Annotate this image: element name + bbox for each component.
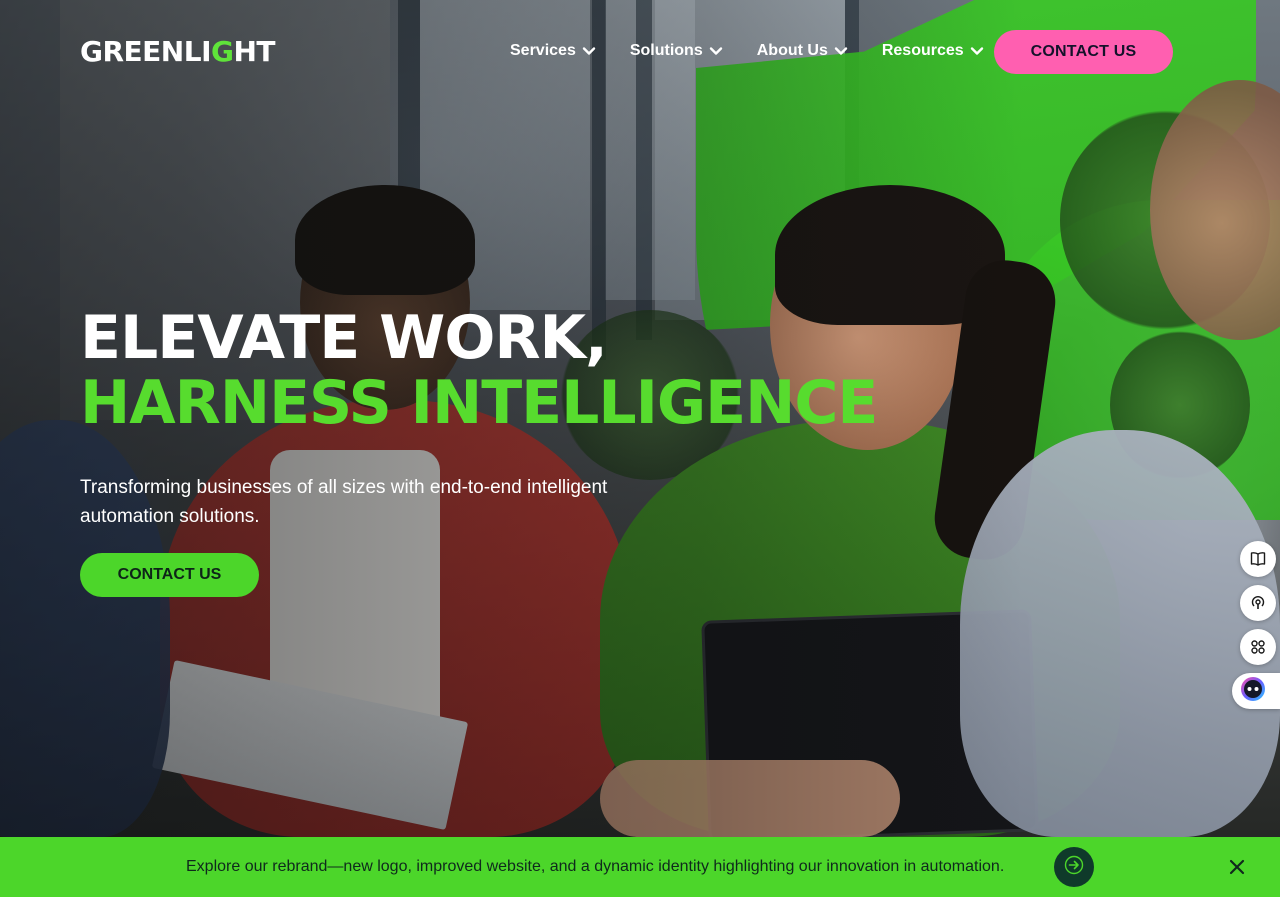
- main-navigation: Services Solutions About Us Resources: [510, 38, 984, 64]
- nav-item-services[interactable]: Services: [510, 38, 596, 64]
- arrow-right-icon: [1064, 855, 1084, 880]
- nav-label: Solutions: [629, 42, 703, 59]
- hero-headline-line2: HARNESS INTELLIGENCE: [80, 368, 878, 438]
- hero-headline-line1: ELEVATE WORK,: [80, 303, 608, 373]
- nav-item-about-us[interactable]: About Us: [757, 38, 848, 64]
- command-icon[interactable]: [1240, 629, 1276, 665]
- greenlight-logo[interactable]: GREENLIGHT: [80, 35, 276, 68]
- nav-item-resources[interactable]: Resources: [882, 38, 984, 64]
- banner-text: Explore our rebrand—new logo, improved w…: [186, 858, 1005, 875]
- nav-label: Resources: [881, 42, 964, 59]
- nav-label: About Us: [756, 42, 828, 59]
- logo-text-start: GREENLI: [80, 35, 212, 68]
- chatbot-launcher[interactable]: [1232, 673, 1280, 709]
- chevron-down-icon: [834, 44, 848, 58]
- hero-contact-us-button[interactable]: CONTACT US: [80, 553, 259, 597]
- nav-label: Services: [510, 42, 576, 59]
- chatbot-icon: [1240, 676, 1266, 707]
- hero-subtext: Transforming businesses of all sizes wit…: [80, 477, 608, 527]
- logo-text-end: HT: [233, 35, 276, 68]
- close-icon[interactable]: [1226, 856, 1248, 878]
- chevron-down-icon: [709, 44, 723, 58]
- chevron-down-icon: [582, 44, 596, 58]
- chevron-down-icon: [970, 44, 984, 58]
- nav-item-solutions[interactable]: Solutions: [630, 38, 723, 64]
- book-icon[interactable]: [1240, 541, 1276, 577]
- banner-arrow-button[interactable]: [1054, 847, 1094, 887]
- rebrand-announcement-banner: Explore our rebrand—new logo, improved w…: [0, 837, 1280, 897]
- podcast-icon[interactable]: [1240, 585, 1276, 621]
- header-contact-us-button[interactable]: CONTACT US: [994, 30, 1173, 74]
- logo-text-accent: G: [211, 35, 234, 68]
